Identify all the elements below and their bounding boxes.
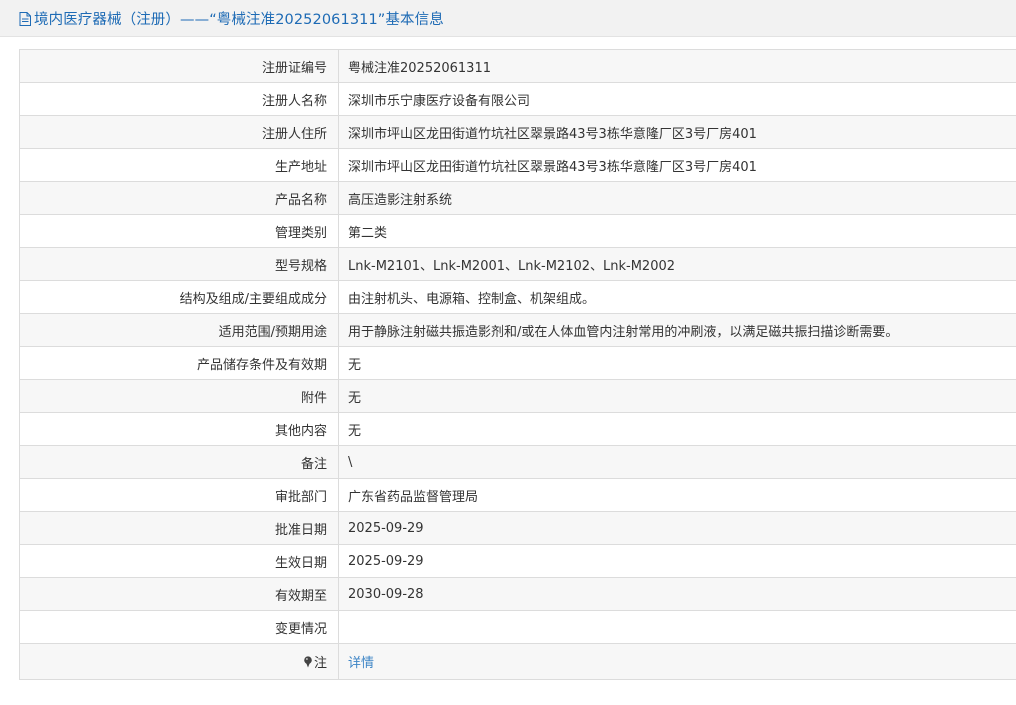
row-label: 生产地址: [19, 148, 339, 182]
row-value: 2025-09-29: [338, 511, 1016, 545]
table-row: 注册人名称 深圳市乐宁康医疗设备有限公司: [19, 82, 1016, 116]
row-label: 产品名称: [19, 181, 339, 215]
row-value: 2025-09-29: [338, 544, 1016, 578]
table-row: 适用范围/预期用途 用于静脉注射磁共振造影剂和/或在人体血管内注射常用的冲刷液，以…: [19, 313, 1016, 347]
note-value-cell: 详情: [338, 643, 1016, 680]
row-label: 注册证编号: [19, 49, 339, 83]
row-value: 深圳市坪山区龙田街道竹坑社区翠景路43号3栋华意隆厂区3号厂房401: [338, 148, 1016, 182]
row-value: 2030-09-28: [338, 577, 1016, 611]
row-label: 注册人住所: [19, 115, 339, 149]
pin-icon: [304, 656, 312, 668]
row-label: 产品储存条件及有效期: [19, 346, 339, 380]
table-row: 备注 \: [19, 445, 1016, 479]
table-row: 管理类别 第二类: [19, 214, 1016, 248]
row-value: 无: [338, 379, 1016, 413]
row-label: 附件: [19, 379, 339, 413]
row-value: 第二类: [338, 214, 1016, 248]
row-value: [338, 610, 1016, 644]
row-label: 结构及组成/主要组成成分: [19, 280, 339, 314]
table-row-note: 注 详情: [19, 643, 1016, 680]
row-label: 批准日期: [19, 511, 339, 545]
row-value: 深圳市乐宁康医疗设备有限公司: [338, 82, 1016, 116]
info-table-container: 注册证编号 粤械注准20252061311 注册人名称 深圳市乐宁康医疗设备有限公司注…: [19, 49, 1016, 680]
table-row: 生效日期 2025-09-29: [19, 544, 1016, 578]
row-label: 注册人名称: [19, 82, 339, 116]
row-value: Lnk-M2101、Lnk-M2001、Lnk-M2102、Lnk-M2002: [338, 247, 1016, 281]
note-label-cell: 注: [19, 643, 339, 680]
row-label: 适用范围/预期用途: [19, 313, 339, 347]
table-row: 注册人住所 深圳市坪山区龙田街道竹坑社区翠景路43号3栋华意隆厂区3号厂房401: [19, 115, 1016, 149]
row-label: 型号规格: [19, 247, 339, 281]
row-value: 用于静脉注射磁共振造影剂和/或在人体血管内注射常用的冲刷液，以满足磁共振扫描诊断…: [338, 313, 1016, 347]
page-header: 境内医疗器械（注册）——“粤械注准20252061311”基本信息: [0, 0, 1016, 37]
row-value: 高压造影注射系统: [338, 181, 1016, 215]
details-link[interactable]: 详情: [348, 656, 374, 671]
table-row: 产品名称 高压造影注射系统: [19, 181, 1016, 215]
table-row: 产品储存条件及有效期无: [19, 346, 1016, 380]
table-row: 结构及组成/主要组成成分 由注射机头、电源箱、控制盒、机架组成。: [19, 280, 1016, 314]
page: 境内医疗器械（注册）——“粤械注准20252061311”基本信息 注册证编号粤…: [0, 0, 1016, 705]
row-value: 广东省药品监督管理局: [338, 478, 1016, 512]
page-title: 境内医疗器械（注册）——“粤械注准20252061311”基本信息: [34, 11, 444, 28]
table-row: 有效期至 2030-09-28: [19, 577, 1016, 611]
row-label: 生效日期: [19, 544, 339, 578]
row-value: 无: [338, 346, 1016, 380]
row-label: 其他内容: [19, 412, 339, 446]
row-label: 管理类别: [19, 214, 339, 248]
table-row: 附件无: [19, 379, 1016, 413]
info-table: 注册证编号 粤械注准20252061311 注册人名称 深圳市乐宁康医疗设备有限公司注…: [19, 49, 1016, 680]
row-value: 无: [338, 412, 1016, 446]
table-row: 批准日期 2025-09-29: [19, 511, 1016, 545]
table-row: 审批部门 广东省药品监督管理局: [19, 478, 1016, 512]
document-icon: [19, 11, 31, 26]
note-label: 注: [313, 656, 327, 671]
table-row: 变更情况: [19, 610, 1016, 644]
table-row: 型号规格 Lnk-M2101、Lnk-M2001、Lnk-M2102、Lnk-M2…: [19, 247, 1016, 281]
table-row: 生产地址 深圳市坪山区龙田街道竹坑社区翠景路43号3栋华意隆厂区3号厂房401: [19, 148, 1016, 182]
row-label: 有效期至: [19, 577, 339, 611]
row-value: \: [338, 445, 1016, 479]
table-row: 其他内容无: [19, 412, 1016, 446]
table-row: 注册证编号 粤械注准20252061311: [19, 49, 1016, 83]
row-value: 由注射机头、电源箱、控制盒、机架组成。: [338, 280, 1016, 314]
row-label: 备注: [19, 445, 339, 479]
row-label: 变更情况: [19, 610, 339, 644]
info-table-body: 注册证编号 粤械注准20252061311 注册人名称 深圳市乐宁康医疗设备有限公司注…: [19, 49, 1016, 680]
row-value: 粤械注准20252061311: [338, 49, 1016, 83]
row-label: 审批部门: [19, 478, 339, 512]
row-value: 深圳市坪山区龙田街道竹坑社区翠景路43号3栋华意隆厂区3号厂房401: [338, 115, 1016, 149]
